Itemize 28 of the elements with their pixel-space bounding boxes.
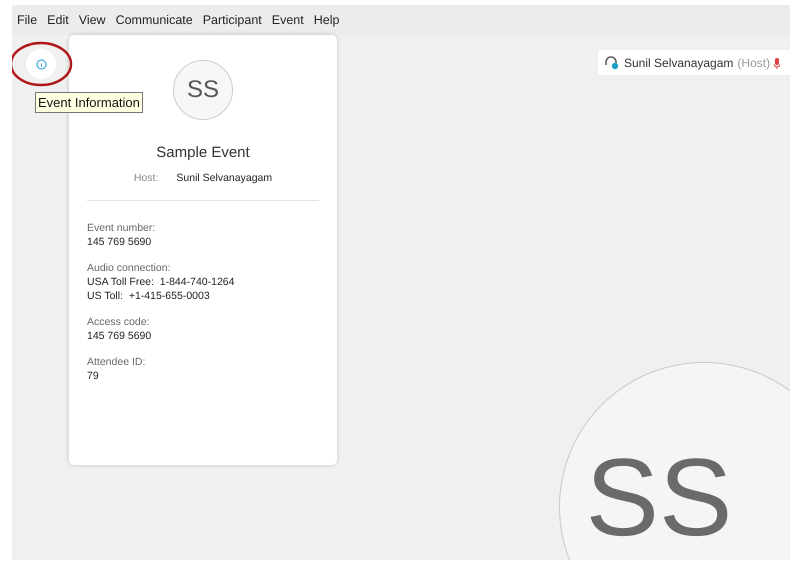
field-value: 145 769 5690	[87, 235, 152, 250]
participant-role: (Host)	[737, 54, 770, 72]
menu-item[interactable]: File	[17, 10, 38, 30]
info-icon	[36, 58, 46, 70]
field-value: 79	[87, 369, 100, 384]
field-label: Audio connection:	[87, 261, 172, 276]
field-value: USA Toll Free: 1-844-740-1264	[87, 275, 236, 290]
event-title: Sample Event	[155, 143, 251, 163]
microphone-icon	[774, 56, 780, 68]
field-value: US Toll: +1-415-655-0003	[87, 289, 211, 304]
host-name: Sunil Selvanayagam	[176, 170, 272, 186]
menu-item[interactable]: View	[78, 10, 106, 30]
menu-item[interactable]: Participant	[202, 10, 262, 30]
field-label: Access code:	[87, 315, 150, 330]
field-value: 145 769 5690	[87, 329, 152, 344]
field-label: Event number:	[87, 221, 156, 236]
avatar-initials: SS	[586, 434, 732, 560]
headset-icon	[604, 56, 620, 70]
participant-name: Sunil Selvanayagam	[624, 54, 734, 72]
tooltip: Event Information	[35, 92, 143, 113]
info-button[interactable]	[26, 49, 56, 79]
host-avatar: SS	[173, 60, 233, 120]
menu-item[interactable]: Communicate	[116, 10, 193, 30]
menu-item[interactable]: Event	[272, 10, 304, 30]
host-label: Host:	[134, 170, 158, 186]
menu-item[interactable]: Help	[314, 10, 340, 30]
menu-item[interactable]: Edit	[47, 10, 69, 30]
field-label: Attendee ID:	[87, 355, 146, 370]
